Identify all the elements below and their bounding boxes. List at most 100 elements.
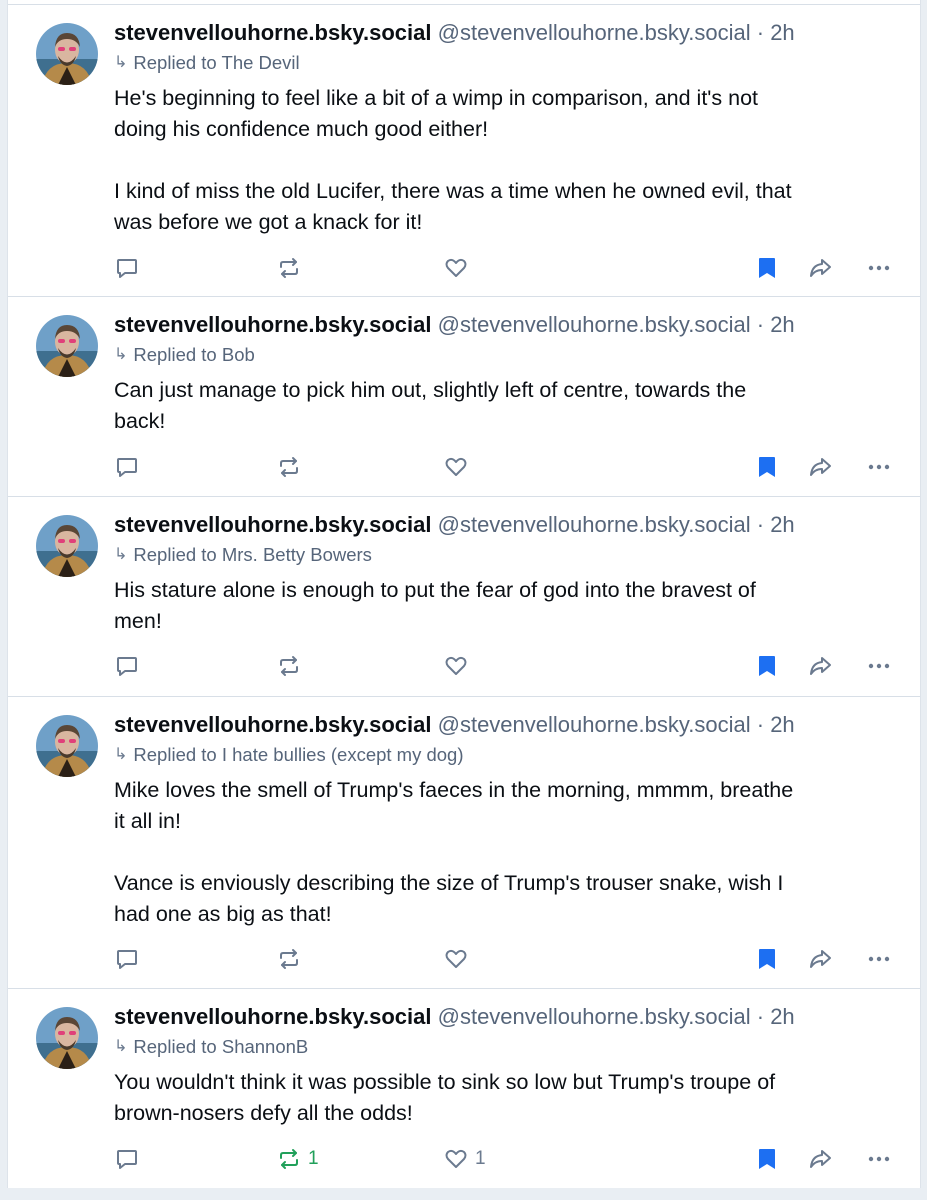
bookmark-filled-icon — [754, 454, 780, 480]
user-handle[interactable]: @stevenvellouhorne.bsky.social — [438, 712, 751, 737]
bookmark-button[interactable] — [754, 1143, 780, 1175]
more-options-button[interactable] — [866, 451, 892, 483]
user-handle[interactable]: @stevenvellouhorne.bsky.social — [438, 1004, 751, 1029]
display-name[interactable]: stevenvellouhorne.bsky.social — [114, 712, 432, 737]
post-header: stevenvellouhorne.bsky.social @stevenvel… — [114, 1003, 900, 1031]
post-header: stevenvellouhorne.bsky.social @stevenvel… — [114, 19, 900, 47]
repost-arrows-icon — [276, 454, 302, 480]
share-button[interactable] — [807, 1143, 833, 1175]
more-options-button[interactable] — [866, 943, 892, 975]
share-arrow-icon — [807, 255, 833, 281]
reply-to-label[interactable]: Replied to I hate bullies (except my dog… — [133, 743, 463, 767]
bookmark-button[interactable] — [754, 451, 780, 483]
post-item[interactable]: stevenvellouhorne.bsky.social @stevenvel… — [8, 4, 920, 296]
post-item[interactable]: stevenvellouhorne.bsky.social @stevenvel… — [8, 296, 920, 496]
repost-button[interactable] — [276, 451, 308, 483]
timestamp[interactable]: 2h — [770, 312, 794, 337]
reply-button[interactable] — [114, 252, 140, 284]
post-text: You wouldn't think it was possible to si… — [114, 1070, 776, 1125]
avatar[interactable] — [36, 715, 98, 777]
post-actions — [114, 650, 900, 682]
reply-button[interactable] — [114, 650, 140, 682]
share-button[interactable] — [807, 650, 833, 682]
ellipsis-icon — [866, 1146, 892, 1172]
speech-bubble-icon — [114, 255, 140, 281]
avatar[interactable] — [36, 515, 98, 577]
post-actions — [114, 252, 900, 284]
like-button[interactable]: 1 — [443, 1143, 486, 1175]
display-name[interactable]: stevenvellouhorne.bsky.social — [114, 312, 432, 337]
separator-dot: · — [756, 312, 765, 337]
bookmark-filled-icon — [754, 946, 780, 972]
avatar[interactable] — [36, 23, 98, 85]
reply-to-label[interactable]: Replied to Bob — [133, 343, 254, 367]
repost-button[interactable] — [276, 943, 308, 975]
heart-icon — [443, 255, 469, 281]
reply-to-label[interactable]: Replied to ShannonB — [133, 1035, 308, 1059]
share-button[interactable] — [807, 943, 833, 975]
post-text: Mike loves the smell of Trump's faeces i… — [114, 778, 794, 926]
user-handle[interactable]: @stevenvellouhorne.bsky.social — [438, 20, 751, 45]
reply-arrow-icon: ↳ — [114, 54, 128, 71]
post-text: Can just manage to pick him out, slightl… — [114, 378, 747, 433]
display-name[interactable]: stevenvellouhorne.bsky.social — [114, 1004, 432, 1029]
like-button[interactable] — [443, 451, 475, 483]
timestamp[interactable]: 2h — [770, 512, 794, 537]
ellipsis-icon — [866, 653, 892, 679]
display-name[interactable]: stevenvellouhorne.bsky.social — [114, 512, 432, 537]
reply-context[interactable]: ↳ Replied to The Devil — [114, 51, 900, 75]
reply-arrow-icon: ↳ — [114, 346, 128, 363]
reply-context[interactable]: ↳ Replied to ShannonB — [114, 1035, 900, 1059]
more-options-button[interactable] — [866, 650, 892, 682]
repost-button[interactable]: 1 — [276, 1143, 319, 1175]
bookmark-button[interactable] — [754, 252, 780, 284]
more-options-button[interactable] — [866, 252, 892, 284]
separator-dot: · — [756, 512, 765, 537]
reply-context[interactable]: ↳ Replied to I hate bullies (except my d… — [114, 743, 900, 767]
bookmark-filled-icon — [754, 255, 780, 281]
reply-button[interactable] — [114, 943, 140, 975]
repost-arrows-icon — [276, 946, 302, 972]
ellipsis-icon — [866, 946, 892, 972]
user-handle[interactable]: @stevenvellouhorne.bsky.social — [438, 312, 751, 337]
reply-context[interactable]: ↳ Replied to Bob — [114, 343, 900, 367]
display-name[interactable]: stevenvellouhorne.bsky.social — [114, 20, 432, 45]
ellipsis-icon — [866, 454, 892, 480]
repost-button[interactable] — [276, 252, 308, 284]
bookmark-button[interactable] — [754, 943, 780, 975]
feed-bottom-edge — [0, 1188, 927, 1200]
like-button[interactable] — [443, 650, 475, 682]
reply-to-label[interactable]: Replied to The Devil — [133, 51, 299, 75]
user-handle[interactable]: @stevenvellouhorne.bsky.social — [438, 512, 751, 537]
repost-button[interactable] — [276, 650, 308, 682]
like-count: 1 — [475, 1148, 486, 1169]
share-button[interactable] — [807, 451, 833, 483]
like-button[interactable] — [443, 252, 475, 284]
reply-button[interactable] — [114, 1143, 140, 1175]
speech-bubble-icon — [114, 946, 140, 972]
reply-to-label[interactable]: Replied to Mrs. Betty Bowers — [133, 543, 372, 567]
timestamp[interactable]: 2h — [770, 712, 794, 737]
more-options-button[interactable] — [866, 1143, 892, 1175]
share-arrow-icon — [807, 1146, 833, 1172]
repost-arrows-icon — [276, 255, 302, 281]
reply-button[interactable] — [114, 451, 140, 483]
post-item[interactable]: stevenvellouhorne.bsky.social @stevenvel… — [8, 496, 920, 696]
post-item[interactable]: stevenvellouhorne.bsky.social @stevenvel… — [8, 696, 920, 988]
post-actions — [114, 943, 900, 975]
avatar[interactable] — [36, 1007, 98, 1069]
timestamp[interactable]: 2h — [770, 1004, 794, 1029]
share-arrow-icon — [807, 653, 833, 679]
post-text: His stature alone is enough to put the f… — [114, 578, 756, 633]
reply-context[interactable]: ↳ Replied to Mrs. Betty Bowers — [114, 543, 900, 567]
post-feed: stevenvellouhorne.bsky.social @stevenvel… — [7, 0, 921, 1200]
share-button[interactable] — [807, 252, 833, 284]
like-button[interactable] — [443, 943, 475, 975]
bookmark-button[interactable] — [754, 650, 780, 682]
timestamp[interactable]: 2h — [770, 20, 794, 45]
bookmark-filled-icon — [754, 1146, 780, 1172]
ellipsis-icon — [866, 255, 892, 281]
bookmark-filled-icon — [754, 653, 780, 679]
avatar[interactable] — [36, 315, 98, 377]
post-item[interactable]: stevenvellouhorne.bsky.social @stevenvel… — [8, 988, 920, 1188]
